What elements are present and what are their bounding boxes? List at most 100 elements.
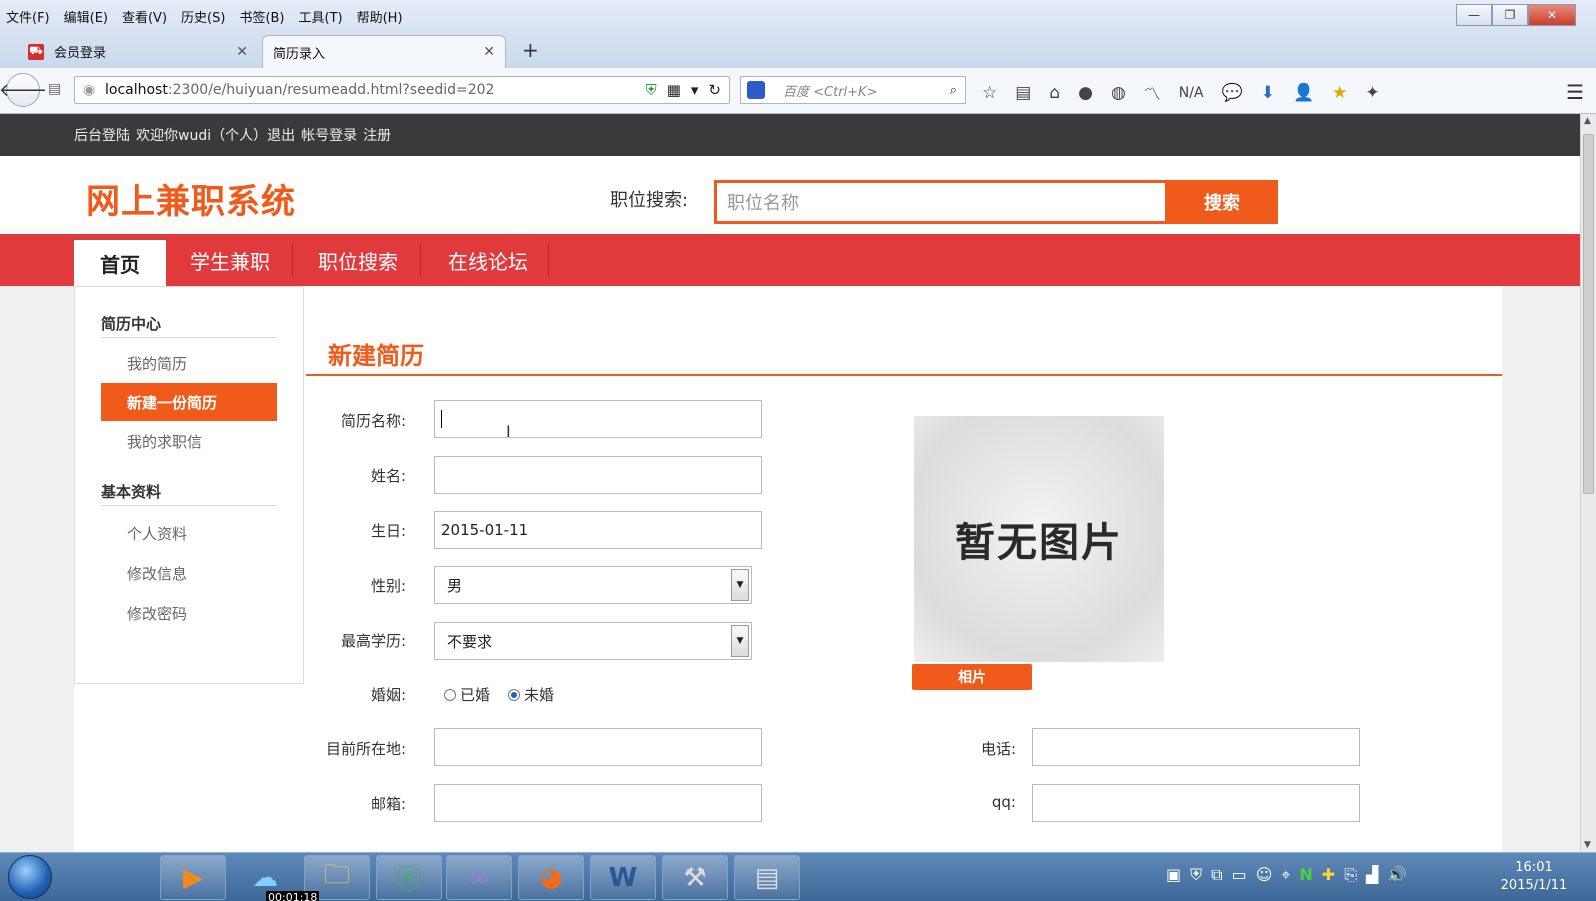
word-icon[interactable]: W	[590, 855, 656, 900]
radio-single[interactable]	[508, 688, 521, 701]
new-tab-button[interactable]: +	[522, 38, 539, 62]
resume-name-input[interactable]	[434, 400, 762, 438]
favorites-icon[interactable]: ★	[1332, 83, 1347, 103]
photo-upload-button[interactable]: 相片	[912, 664, 1032, 690]
globe-addon-icon[interactable]: ◍	[1111, 83, 1126, 103]
addon-circle-icon[interactable]: ●	[1078, 83, 1093, 103]
restore-button[interactable]: ❐	[1492, 4, 1528, 26]
tray-qq-icon[interactable]: ☺	[1256, 865, 1273, 885]
globe-icon: ◉	[83, 82, 96, 98]
nav-student-jobs[interactable]: 学生兼职	[190, 234, 270, 286]
extension-icon[interactable]: ✦	[1365, 83, 1379, 103]
url-icons: ⛨ ▦ ▾ ↻	[645, 81, 721, 99]
job-search-button[interactable]: 搜索	[1166, 180, 1278, 224]
sidebar-item-change-password[interactable]: 修改密码	[127, 603, 187, 624]
dropdown-icon[interactable]: ▾	[691, 81, 699, 99]
menu-view[interactable]: 查看(V)	[122, 7, 167, 26]
minimize-button[interactable]: —	[1456, 4, 1492, 26]
job-search-input[interactable]: 职位名称	[714, 180, 1168, 224]
dropdown-arrow-icon[interactable]: ▼	[731, 625, 749, 657]
visual-studio-icon[interactable]: ∞	[446, 855, 512, 900]
bookmark-star-icon[interactable]: ☆	[982, 83, 997, 103]
magnifier-icon[interactable]: ⌕	[950, 83, 957, 98]
document-app-icon[interactable]: ▤	[734, 855, 800, 900]
scrollbar-thumb[interactable]	[1583, 134, 1594, 494]
tray-monitor-icon[interactable]: ▭	[1232, 865, 1247, 885]
radio-married[interactable]	[444, 688, 456, 701]
site-logo[interactable]: 网上兼职系统	[86, 174, 296, 223]
nav-forum[interactable]: 在线论坛	[448, 234, 528, 286]
tools-app-icon[interactable]: ⚒	[662, 855, 728, 900]
menu-hamburger-icon[interactable]: ☰	[1566, 80, 1584, 104]
baidu-icon[interactable]	[747, 81, 765, 99]
qq-input[interactable]	[1032, 784, 1360, 822]
shield-icon[interactable]: ⛨	[645, 81, 656, 99]
tray-device-icon[interactable]: ⧉	[1211, 865, 1222, 885]
email-label: 邮箱:	[370, 795, 406, 813]
scroll-down-icon[interactable]: ▼	[1584, 840, 1591, 850]
menu-bookmarks[interactable]: 书签(B)	[239, 7, 284, 26]
tab-member-login[interactable]: ⛟ 会员登录 ✕	[18, 35, 258, 68]
sidebar-item-new-resume[interactable]: 新建一份简历	[101, 383, 277, 421]
location-input[interactable]	[434, 728, 762, 766]
tray-plus-icon[interactable]: ✚	[1322, 865, 1335, 885]
reading-list-icon[interactable]: ▤	[1015, 83, 1031, 103]
clock-date: 2015/1/11	[1500, 878, 1568, 893]
nav-home[interactable]: 首页	[74, 240, 166, 286]
radio-single-label[interactable]: 未婚	[524, 684, 554, 705]
sidebar-item-cover-letter[interactable]: 我的求职信	[127, 431, 202, 452]
qq-label: qq:	[991, 793, 1016, 811]
tab-resume-entry[interactable]: 简历录入 ✕	[262, 35, 506, 68]
education-select[interactable]: 不要求 ▼	[434, 622, 752, 660]
na-label[interactable]: N/A	[1179, 85, 1204, 101]
chart-addon-icon[interactable]: 〽	[1144, 80, 1161, 105]
name-input[interactable]	[434, 456, 762, 494]
url-bar[interactable]: ◉ localhost:2300/e/huiyuan/resumeadd.htm…	[74, 76, 730, 104]
user-icon[interactable]: 👤	[1293, 83, 1314, 103]
menu-edit[interactable]: 编辑(E)	[64, 7, 108, 26]
system-clock[interactable]: 16:01 2015/1/11	[1486, 859, 1582, 895]
search-bar[interactable]: 百度 <Ctrl+K> ⌕	[740, 76, 966, 104]
welcome-logout-link[interactable]: 欢迎你wudi（个人）退出	[136, 125, 295, 145]
tray-signal-icon[interactable]: ▟	[1366, 865, 1378, 885]
download-icon[interactable]: ⬇	[1261, 83, 1275, 103]
account-login-link[interactable]: 帐号登录	[301, 125, 357, 145]
windows-taskbar: ▶ ☁ 🗀 ⓔ ∞ ◕ W ⚒ ▤ 00:01:18 ▣ ⛨ ⧉ ▭ ☺ ⌖ N…	[0, 852, 1596, 901]
page-scrollbar[interactable]: ▲ ▼	[1580, 114, 1596, 852]
ie-browser-icon[interactable]: ⓔ	[376, 855, 442, 900]
start-button[interactable]	[8, 855, 52, 899]
tray-location-icon[interactable]: ⌖	[1281, 865, 1290, 885]
register-link[interactable]: 注册	[363, 125, 391, 145]
radio-married-label[interactable]: 已婚	[460, 684, 490, 705]
birthday-input[interactable]: 2015-01-11	[434, 511, 762, 549]
menu-tools[interactable]: 工具(T)	[299, 7, 343, 26]
tray-volume-icon[interactable]: 🔊	[1387, 865, 1407, 885]
admin-login-link[interactable]: 后台登陆	[74, 125, 130, 145]
scroll-up-icon[interactable]: ▲	[1584, 116, 1591, 126]
chat-icon[interactable]: 💬	[1222, 83, 1243, 103]
home-icon[interactable]: ⌂	[1049, 83, 1060, 103]
tray-shield-icon[interactable]: ⛨	[1190, 865, 1202, 885]
email-input[interactable]	[434, 784, 762, 822]
sidebar-item-edit-info[interactable]: 修改信息	[127, 563, 187, 584]
sidebar-item-personal-info[interactable]: 个人资料	[127, 523, 187, 544]
menu-file[interactable]: 文件(F)	[6, 7, 50, 26]
qr-code-icon[interactable]: ▦	[667, 81, 681, 99]
firefox-icon[interactable]: ◕	[518, 855, 584, 900]
tab-close-icon[interactable]: ✕	[483, 44, 495, 60]
media-player-icon[interactable]: ▶	[160, 855, 226, 900]
gender-select[interactable]: 男 ▼	[434, 566, 752, 604]
tray-network-app-icon[interactable]: ▣	[1166, 865, 1181, 885]
sidebar-item-my-resume[interactable]: 我的简历	[127, 353, 187, 374]
tray-n-app-icon[interactable]: N	[1299, 865, 1312, 885]
close-button[interactable]: ✕	[1528, 4, 1576, 26]
phone-input[interactable]	[1032, 728, 1360, 766]
nav-job-search[interactable]: 职位搜索	[318, 234, 398, 286]
dropdown-arrow-icon[interactable]: ▼	[731, 569, 749, 601]
tab-close-icon[interactable]: ✕	[236, 44, 248, 60]
tray-clipboard-icon[interactable]: ⎘	[1344, 865, 1357, 885]
reload-icon[interactable]: ↻	[708, 81, 721, 99]
menu-help[interactable]: 帮助(H)	[357, 7, 403, 26]
menu-history[interactable]: 历史(S)	[181, 7, 225, 26]
back-button[interactable]: 🡐	[0, 73, 47, 107]
